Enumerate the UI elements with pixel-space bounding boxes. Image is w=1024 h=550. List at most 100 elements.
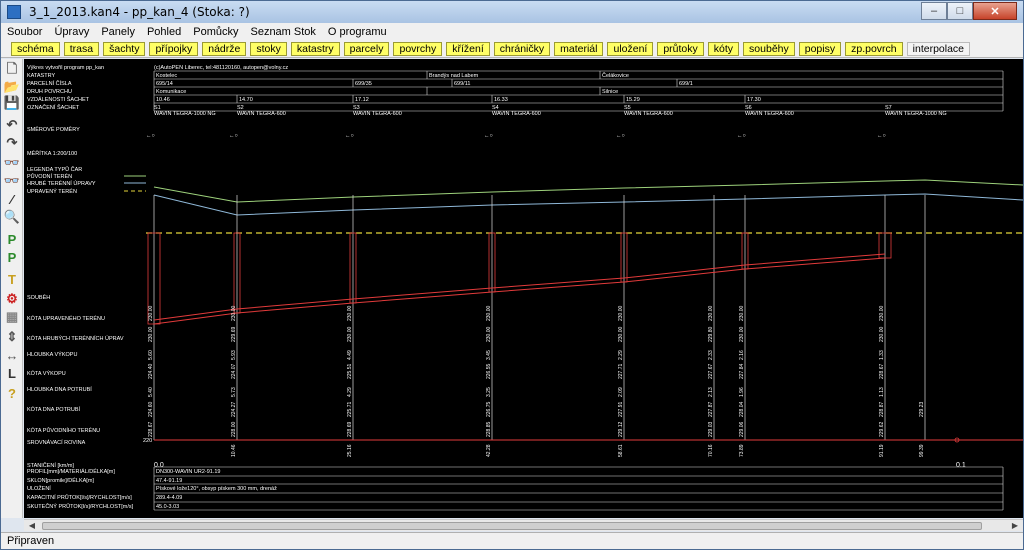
value-kota-dna-6: 228.04 xyxy=(739,401,745,417)
tab-17[interactable]: zp.povrch xyxy=(845,41,903,56)
tab-0[interactable]: schéma xyxy=(11,41,60,56)
bottom-value-sklon: 47.4-91.19 xyxy=(156,478,182,484)
tab-5[interactable]: stoky xyxy=(250,41,287,56)
tab-9[interactable]: křížení xyxy=(446,41,490,56)
header-cell-3-3: 16.33 xyxy=(494,97,508,103)
value-kota-puv-4: 229.12 xyxy=(618,421,624,437)
value-kota-puv-2: 228.69 xyxy=(347,421,353,437)
tab-4[interactable]: nádrže xyxy=(202,41,247,56)
label-hloubka-vyk: HLOUBKA VÝKOPU xyxy=(27,351,77,358)
label-kota-dna: KÓTA DNA POTRUBÍ xyxy=(27,406,81,413)
t-icon[interactable]: T xyxy=(4,271,20,287)
undo-icon[interactable]: ↶ xyxy=(4,117,20,133)
value-kota-upr-6: 230.00 xyxy=(739,305,745,321)
label-hrube: HRUBÉ TERÉNNÍ ÚPRAVY xyxy=(27,180,96,187)
drawing-canvas[interactable]: Výkres vytvořil program pp_kan (c)AutoPEN… xyxy=(24,59,1024,518)
minimize-button[interactable]: – xyxy=(921,2,947,20)
tab-1[interactable]: trasa xyxy=(63,41,100,56)
tab-13[interactable]: průtoky xyxy=(657,41,704,56)
new-file-icon[interactable]: 🗋 xyxy=(4,61,20,79)
menu-item-3[interactable]: Pohled xyxy=(141,26,187,38)
tab-11[interactable]: materiál xyxy=(554,41,604,56)
menu-bar: Soubor Úpravy Panely Pohled Pomůcky Seznam St… xyxy=(1,23,1023,40)
pipe-bottom-line xyxy=(153,257,886,325)
l-icon[interactable]: L xyxy=(4,365,20,381)
header-cell-3-0: 10.46 xyxy=(156,97,170,103)
open-folder-icon[interactable]: 📂 xyxy=(4,79,20,95)
tab-12[interactable]: uložení xyxy=(607,41,654,56)
producer-note: Výkres vytvořil program pp_kan xyxy=(27,65,104,71)
app-icon xyxy=(7,5,21,19)
menu-item-5[interactable]: Seznam Stok xyxy=(244,26,321,38)
value-kota-vyk-2: 225.51 xyxy=(347,363,353,379)
menu-item-4[interactable]: Pomůcky xyxy=(187,26,244,38)
value-kota-dna-5: 227.87 xyxy=(708,401,714,417)
maximize-button[interactable]: □ xyxy=(947,2,973,20)
value-staniceni-7: 91.19 xyxy=(879,444,885,457)
tab-14[interactable]: kóty xyxy=(707,41,740,56)
value-kota-hrub-5: 229.80 xyxy=(708,326,714,342)
header-cell-3-5: 17.30 xyxy=(747,97,761,103)
value-kota-vyk-4: 227.71 xyxy=(618,363,624,379)
menu-item-6[interactable]: O programu xyxy=(322,26,393,38)
value-kota-hrub-6: 230.00 xyxy=(739,326,745,342)
gear-icon[interactable]: ⚙ xyxy=(4,291,20,307)
tab-3[interactable]: přípojky xyxy=(149,41,199,56)
scroll-right-icon[interactable]: ▶ xyxy=(1009,521,1021,531)
value-kota-vyk-7: 228.67 xyxy=(879,363,885,379)
value-kota-upr-0: 230.00 xyxy=(148,305,154,321)
horizontal-scrollbar[interactable]: ◀ ▶ xyxy=(24,519,1023,531)
value-kota-hrub-0: 230.00 xyxy=(148,326,154,342)
menu-item-0[interactable]: Soubor xyxy=(1,26,48,38)
save-icon[interactable]: 💾 xyxy=(4,95,20,111)
pipe-top-line xyxy=(153,253,886,321)
tab-10[interactable]: chráničky xyxy=(493,41,551,56)
bottom-value-ulozeni: Pískové lože120°, obsyp pískem 300 mm, d… xyxy=(156,486,277,492)
value-staniceni-4: 58.61 xyxy=(618,444,624,457)
value-kota-dna-1: 224.27 xyxy=(231,401,237,417)
value-hloubka-vyk-1: 5.93 xyxy=(231,350,237,360)
left-toolbar: 🗋 📂 💾 ↶ ↷ 👓 👓 ⁄ 🔍 P P T ⚙ ▦ ⇕ ↔ L? xyxy=(1,59,23,518)
zoom-icon[interactable]: 🔍 xyxy=(4,209,20,225)
value-kota-vyk-3: 226.55 xyxy=(486,363,492,379)
glasses-icon[interactable]: 👓 xyxy=(4,155,20,171)
menu-item-2[interactable]: Panely xyxy=(95,26,141,38)
value-kota-puv-3: 228.85 xyxy=(486,421,492,437)
header-cell-0-0: Kostelec xyxy=(156,73,177,79)
manhole-type-1: WAVIN TEGRA-600 xyxy=(237,111,286,117)
glasses-alt-icon[interactable]: 👓 xyxy=(4,173,20,189)
p-icon[interactable]: P xyxy=(4,231,20,247)
status-bar: Připraven xyxy=(1,532,1023,549)
grid-icon[interactable]: ▦ xyxy=(4,309,20,325)
app-window: 3_1_2013.kan4 - pp_kan_4 (Stoka: ?) – □ … xyxy=(0,0,1024,550)
tab-16[interactable]: popisy xyxy=(798,41,842,56)
value-hloubka-vyk-4: 2.29 xyxy=(618,350,624,360)
tab-15[interactable]: souběhy xyxy=(743,41,795,56)
header-cell-2-0: Komunikace xyxy=(156,89,186,95)
scroll-thumb[interactable] xyxy=(42,522,982,530)
label-smerove-pomery: SMĚROVÉ POMĚRY xyxy=(27,125,80,133)
header-cell-1-2: 699/11 xyxy=(454,81,470,87)
value-hloubka-dna-1: 5.73 xyxy=(231,387,237,397)
line-icon[interactable]: ⁄ xyxy=(4,191,20,207)
profile-drawing: Výkres vytvořil program pp_kan (c)AutoPEN… xyxy=(27,65,1024,511)
help-icon[interactable]: ? xyxy=(4,385,20,401)
tab-18[interactable]: interpolace xyxy=(906,41,971,56)
export-icon[interactable]: ⇕ xyxy=(4,329,20,345)
tab-6[interactable]: katastry xyxy=(290,41,340,56)
close-button[interactable]: ✕ xyxy=(973,2,1017,20)
tab-7[interactable]: parcely xyxy=(343,41,390,56)
terrain-original-line xyxy=(153,179,1024,203)
header-row-label-3: VZDÁLENOSTI ŠACHET xyxy=(27,96,90,103)
staniceni-start: 0.0 xyxy=(154,462,164,469)
label-kota-puv: KÓTA PŮVODNÍHO TERÉNU xyxy=(27,427,100,434)
value-kota-dna-3: 226.75 xyxy=(486,401,492,417)
redo-icon[interactable]: ↷ xyxy=(4,135,20,151)
header-row-label-0: KATASTRY xyxy=(27,73,55,79)
tab-8[interactable]: povrchy xyxy=(393,41,443,56)
scroll-left-icon[interactable]: ◀ xyxy=(26,521,38,531)
tab-2[interactable]: šachty xyxy=(103,41,146,56)
p-alt-icon[interactable]: P xyxy=(4,249,20,265)
menu-item-1[interactable]: Úpravy xyxy=(48,26,95,38)
link-icon[interactable]: ↔ xyxy=(4,347,20,363)
